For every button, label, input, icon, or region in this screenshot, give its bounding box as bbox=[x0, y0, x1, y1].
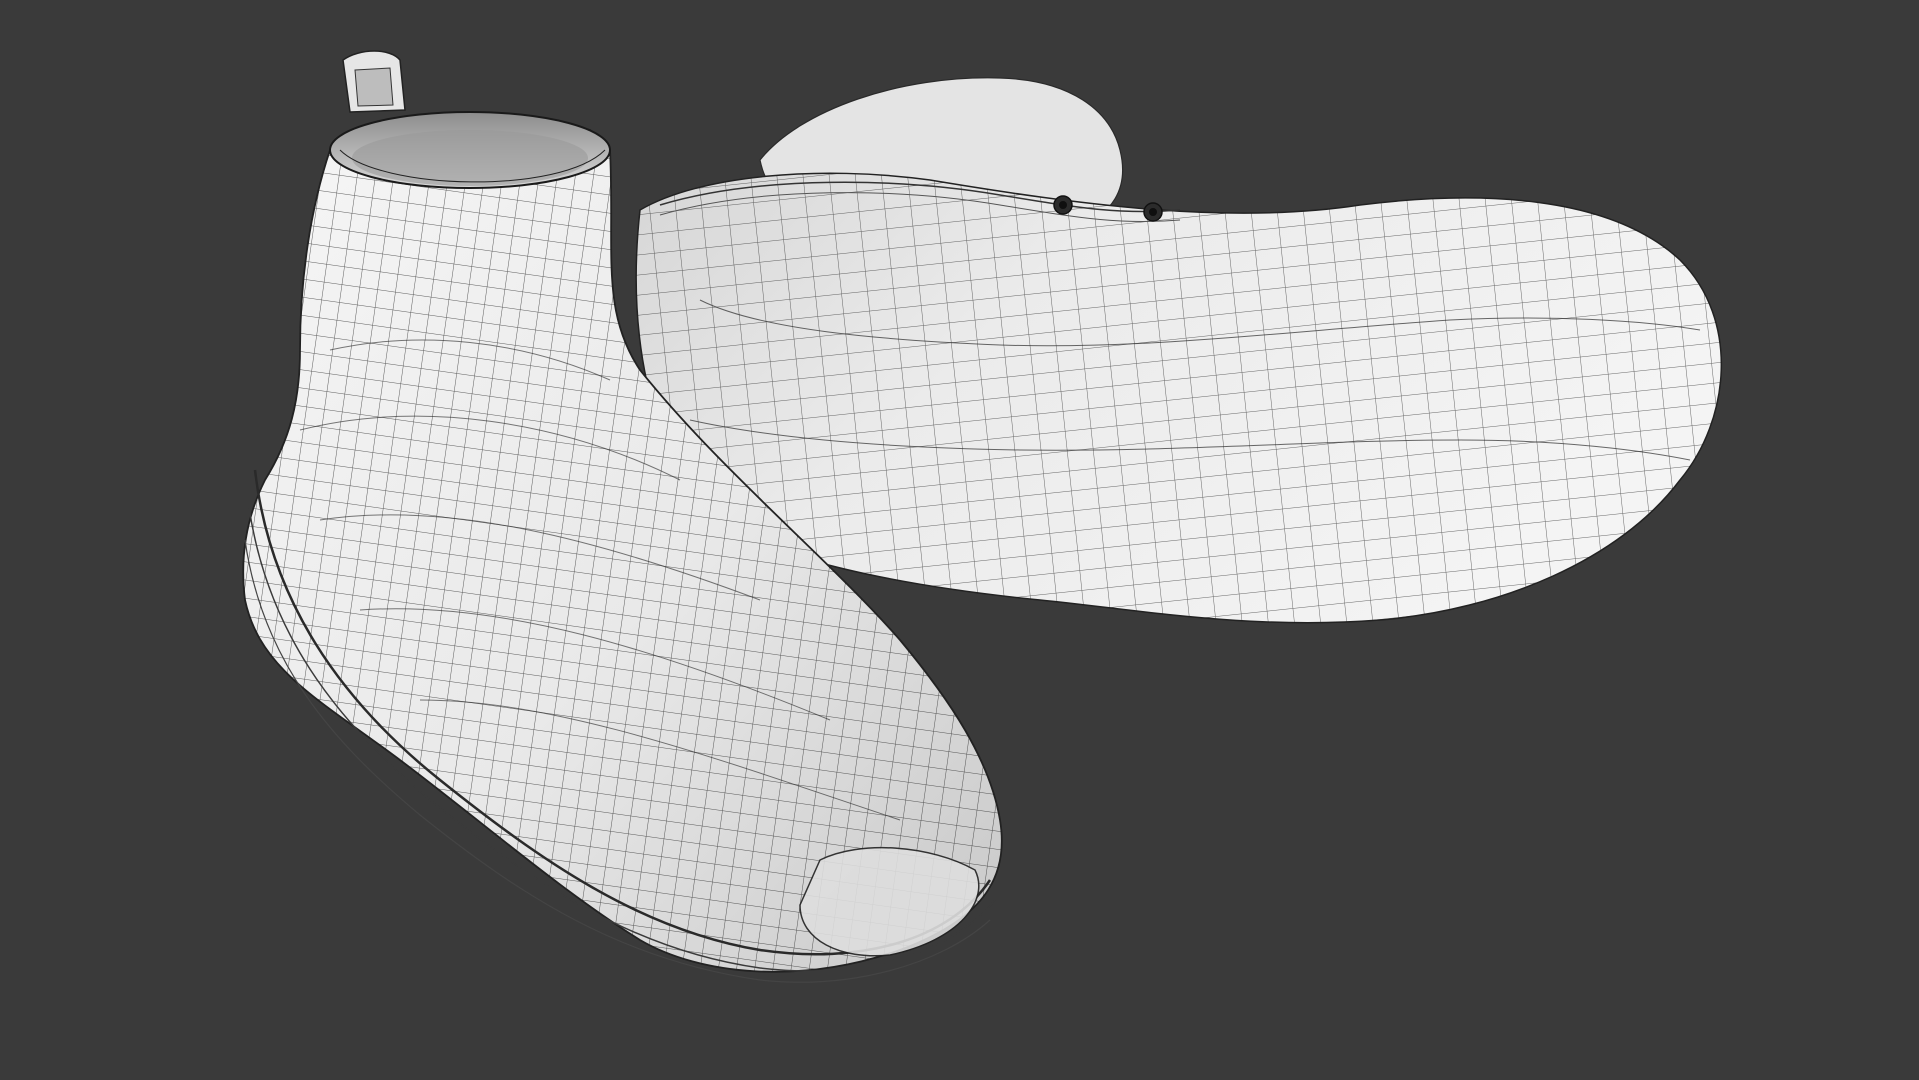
render-viewport bbox=[0, 0, 1919, 1080]
render-canvas bbox=[0, 0, 1919, 1080]
